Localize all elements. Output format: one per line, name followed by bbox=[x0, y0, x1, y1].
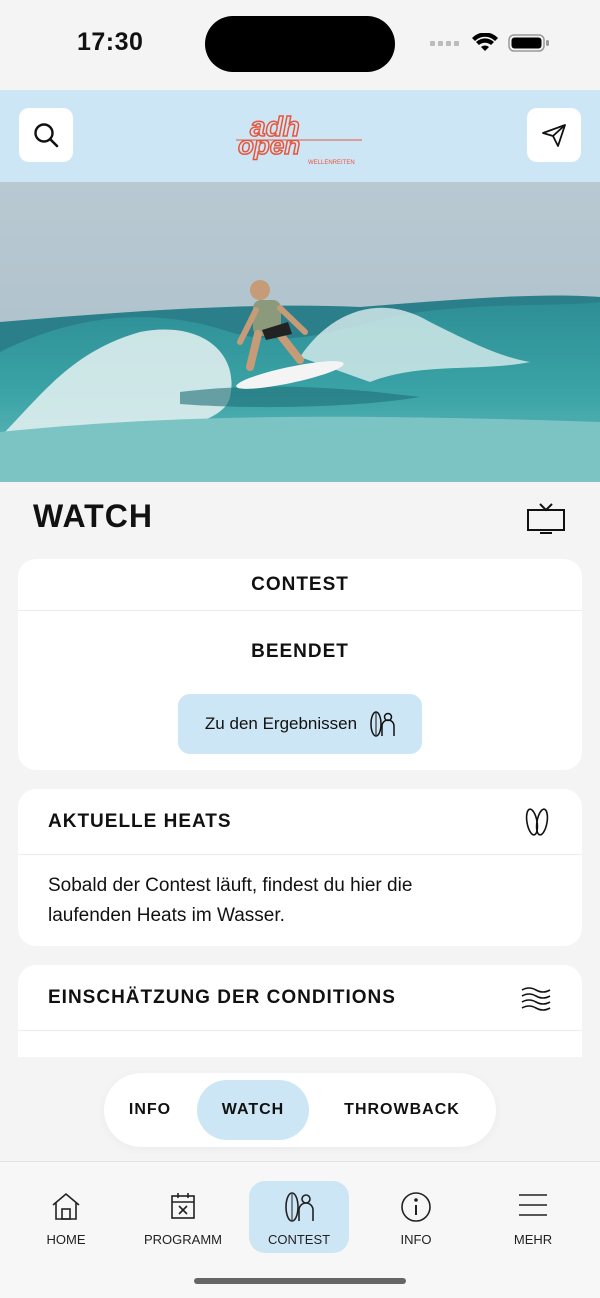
battery-icon bbox=[508, 34, 549, 52]
heats-header: AKTUELLE HEATS bbox=[18, 789, 582, 855]
tv-icon[interactable] bbox=[526, 503, 566, 535]
surfboard-person-icon bbox=[370, 711, 395, 737]
surfboard-icon bbox=[285, 1192, 314, 1222]
app-header: adh open WELLENREITEN bbox=[0, 90, 600, 182]
search-button[interactable] bbox=[19, 108, 73, 162]
svg-text:open: open bbox=[238, 130, 300, 160]
page-title: WATCH bbox=[33, 498, 153, 534]
current-heats-card: AKTUELLE HEATS Sobald der Contest läuft,… bbox=[18, 789, 582, 946]
wifi-icon bbox=[472, 33, 498, 51]
conditions-heading: EINSCHÄTZUNG DER CONDITIONS bbox=[48, 986, 396, 1008]
segment-watch[interactable]: WATCH bbox=[197, 1080, 309, 1140]
contest-card: CONTEST BEENDET Zu den Ergebnissen bbox=[18, 559, 582, 770]
search-icon bbox=[34, 123, 59, 148]
hero-surf-image bbox=[0, 182, 600, 482]
signal-icon bbox=[430, 41, 459, 46]
conditions-header: EINSCHÄTZUNG DER CONDITIONS bbox=[18, 965, 582, 1031]
tab-programm[interactable]: PROGRAMM bbox=[133, 1181, 233, 1253]
adh-open-logo: adh open WELLENREITEN bbox=[236, 110, 362, 166]
status-bar: 17:30 bbox=[0, 0, 600, 90]
send-button[interactable] bbox=[527, 108, 581, 162]
waves-icon bbox=[521, 986, 551, 1011]
status-icons bbox=[430, 33, 550, 53]
info-icon bbox=[401, 1192, 431, 1222]
home-indicator[interactable] bbox=[194, 1278, 406, 1284]
dynamic-island bbox=[205, 16, 395, 72]
menu-icon bbox=[519, 1194, 547, 1216]
section-switcher: INFO WATCH THROWBACK bbox=[104, 1073, 496, 1147]
contest-heading: CONTEST bbox=[18, 559, 582, 611]
status-time: 17:30 bbox=[77, 28, 144, 56]
results-button[interactable]: Zu den Ergebnissen bbox=[178, 694, 422, 754]
home-icon bbox=[52, 1192, 80, 1220]
surf-photo bbox=[0, 182, 600, 482]
heats-heading: AKTUELLE HEATS bbox=[48, 810, 232, 832]
heats-text: Sobald der Contest läuft, findest du hie… bbox=[48, 875, 413, 926]
tab-info[interactable]: INFO bbox=[366, 1181, 466, 1253]
results-button-label: Zu den Ergebnissen bbox=[204, 714, 358, 733]
svg-text:WELLENREITEN: WELLENREITEN bbox=[308, 160, 355, 166]
tab-contest[interactable]: CONTEST bbox=[249, 1181, 349, 1253]
tab-home[interactable]: HOME bbox=[16, 1181, 116, 1253]
tab-mehr[interactable]: MEHR bbox=[483, 1181, 583, 1253]
contest-status: BEENDET bbox=[251, 641, 349, 662]
segment-throwback[interactable]: THROWBACK bbox=[319, 1080, 485, 1140]
surfboards-icon bbox=[525, 807, 549, 836]
paper-plane-icon bbox=[542, 124, 566, 147]
calendar-icon bbox=[171, 1193, 195, 1219]
segment-info[interactable]: INFO bbox=[104, 1080, 196, 1140]
